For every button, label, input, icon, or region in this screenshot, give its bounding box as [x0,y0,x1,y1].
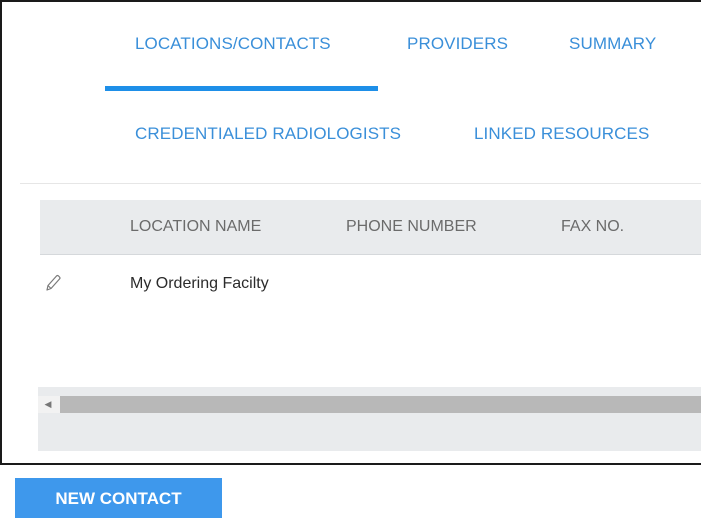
tab-locations-contacts[interactable]: LOCATIONS/CONTACTS [135,34,331,54]
tab-linked-resources[interactable]: LINKED RESOURCES [474,124,649,144]
new-contact-button[interactable]: NEW CONTACT [15,478,222,518]
caret-left-icon[interactable]: ◀ [44,399,52,410]
locations-panel: LOCATIONS/CONTACTS PROVIDERS SUMMARY CRE… [0,0,701,465]
active-tab-indicator [105,86,378,91]
horizontal-scrollbar[interactable]: ◀ [38,396,701,413]
tab-credentialed-radiologists[interactable]: CREDENTIALED RADIOLOGISTS [135,124,401,144]
tab-summary[interactable]: SUMMARY [569,34,656,54]
pencil-icon[interactable] [44,273,62,293]
column-header-location-name[interactable]: LOCATION NAME [130,218,261,236]
table-row[interactable]: My Ordering Facilty [40,256,701,312]
grid-footer: ◀ [38,387,701,451]
cell-location-name: My Ordering Facilty [130,275,269,292]
tabs-divider [20,183,701,184]
grid-header: LOCATION NAME PHONE NUMBER FAX NO. [40,200,701,255]
column-header-fax-no[interactable]: FAX NO. [561,218,624,236]
column-header-phone-number[interactable]: PHONE NUMBER [346,218,477,236]
scrollbar-thumb[interactable] [60,396,701,413]
tab-providers[interactable]: PROVIDERS [407,34,508,54]
